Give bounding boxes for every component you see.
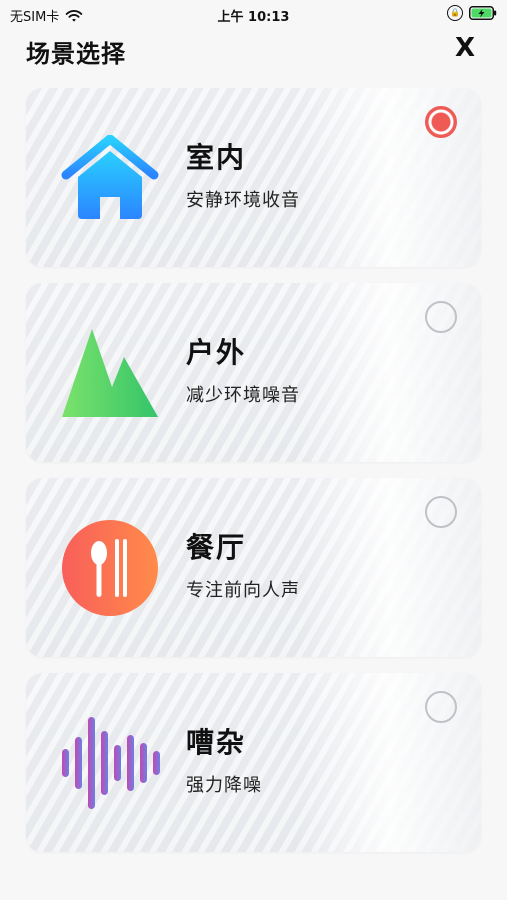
scene-description: 减少环境噪音 xyxy=(186,385,300,406)
home-icon xyxy=(60,128,160,228)
scene-description: 强力降噪 xyxy=(186,775,262,796)
scene-radio-restaurant[interactable] xyxy=(425,496,457,528)
status-bar: 无SIM卡 上午 10:13 🔒 xyxy=(0,0,507,28)
status-time: 上午 10:13 xyxy=(217,10,290,25)
header: 场景选择 X xyxy=(0,30,507,70)
page-title: 场景选择 xyxy=(26,40,126,68)
scene-card-indoor[interactable]: 室内 安静环境收音 xyxy=(26,88,481,267)
scene-name: 嘈杂 xyxy=(186,726,247,759)
scene-radio-noisy[interactable] xyxy=(425,691,457,723)
scene-card-restaurant[interactable]: 餐厅 专注前向人声 xyxy=(26,478,481,657)
scene-name: 室内 xyxy=(186,141,247,174)
scene-radio-indoor[interactable] xyxy=(425,106,457,138)
orientation-lock-icon: 🔒 xyxy=(447,5,463,21)
scene-radio-outdoor[interactable] xyxy=(425,301,457,333)
battery-charging-icon xyxy=(469,6,497,20)
scene-description: 安静环境收音 xyxy=(186,190,300,211)
scene-list: 室内 安静环境收音 户外 减少环境噪音 餐厅 专注前向人声 嘈杂 强力降噪 xyxy=(26,88,481,868)
scene-card-outdoor[interactable]: 户外 减少环境噪音 xyxy=(26,283,481,462)
sound-wave-icon xyxy=(60,713,160,813)
scene-card-noisy[interactable]: 嘈杂 强力降噪 xyxy=(26,673,481,852)
status-right: 🔒 xyxy=(447,5,497,21)
scene-name: 餐厅 xyxy=(186,531,247,564)
close-button[interactable]: X xyxy=(455,34,475,62)
restaurant-icon xyxy=(60,518,160,618)
scene-name: 户外 xyxy=(186,336,247,369)
mountain-icon xyxy=(60,323,160,423)
scene-selection-screen: 无SIM卡 上午 10:13 🔒 场景选择 X 室内 安静环境收音 户外 减少环… xyxy=(0,0,507,900)
scene-description: 专注前向人声 xyxy=(186,580,300,601)
